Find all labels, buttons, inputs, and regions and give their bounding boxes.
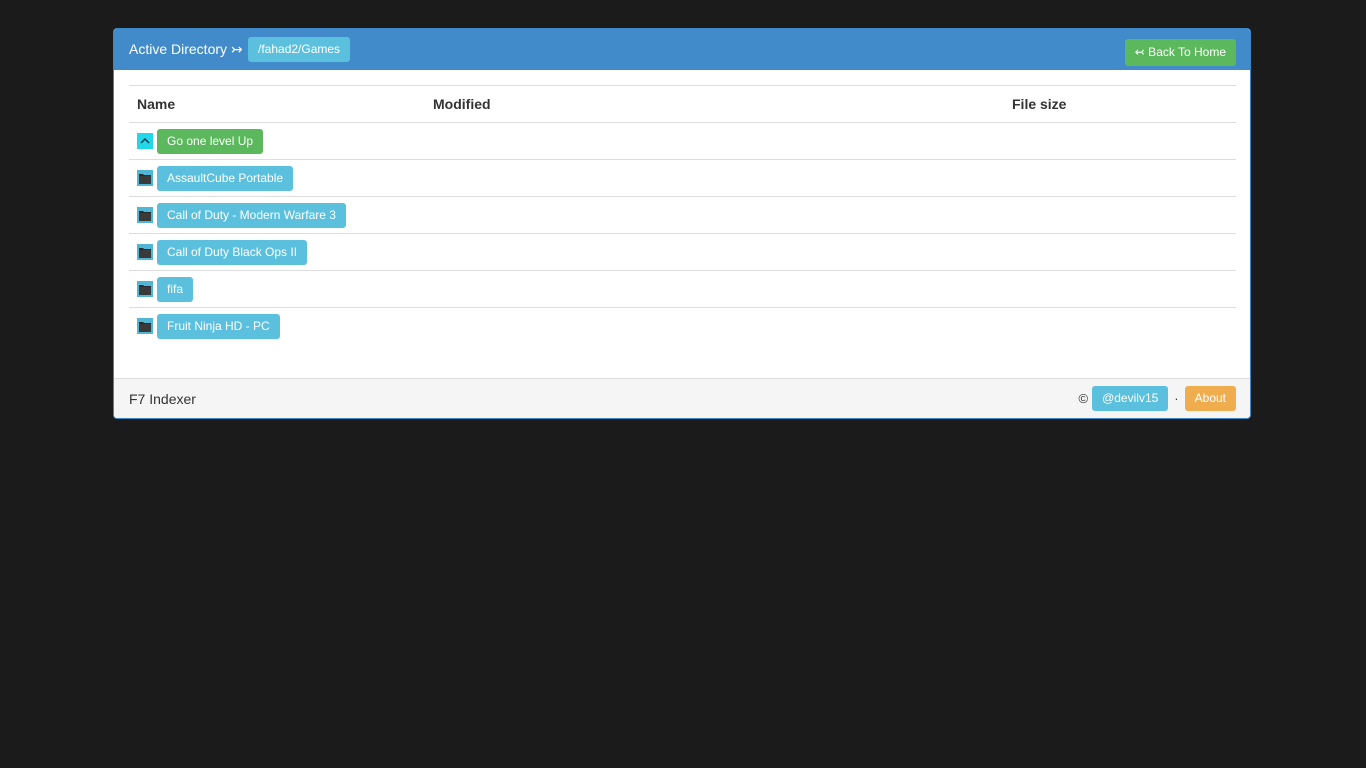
back-to-home-button[interactable]: ↢ Back To Home xyxy=(1124,39,1236,66)
table-row-up: Go one level Up xyxy=(129,122,1236,160)
panel-body: Name Modified File size Go one level Up … xyxy=(114,70,1250,379)
folder-link[interactable]: Fruit Ninja HD - PC xyxy=(157,313,280,339)
folder-icon xyxy=(137,170,153,186)
folder-icon xyxy=(137,244,153,260)
column-header-file-size: File size xyxy=(1004,85,1236,123)
file-table: Name Modified File size Go one level Up … xyxy=(129,85,1236,344)
table-row: AssaultCube Portable xyxy=(129,159,1236,197)
table-row: Call of Duty - Modern Warfare 3 xyxy=(129,196,1236,234)
table-header-row: Name Modified File size xyxy=(129,85,1236,123)
current-path-badge[interactable]: /fahad2/Games xyxy=(248,37,351,62)
folder-link[interactable]: fifa xyxy=(157,276,194,302)
panel-heading: Active Directory ↣ /fahad2/Games ↢ Back … xyxy=(114,29,1250,70)
about-button[interactable]: About xyxy=(1184,386,1236,411)
copyright-symbol: © xyxy=(1078,391,1089,406)
author-link[interactable]: @devilv15 xyxy=(1092,386,1169,411)
go-one-level-up-button[interactable]: Go one level Up xyxy=(157,128,264,154)
active-directory-label: Active Directory ↣ xyxy=(129,41,243,57)
separator-dot: · xyxy=(1174,391,1179,406)
column-header-modified: Modified xyxy=(425,85,1004,123)
folder-link[interactable]: Call of Duty Black Ops II xyxy=(157,239,308,265)
table-row: Fruit Ninja HD - PC xyxy=(129,308,1236,345)
folder-link[interactable]: Call of Duty - Modern Warfare 3 xyxy=(157,202,346,228)
table-row: Call of Duty Black Ops II xyxy=(129,233,1236,271)
folder-icon xyxy=(137,281,153,297)
folder-icon xyxy=(137,318,153,334)
app-name: F7 Indexer xyxy=(129,391,196,407)
footer-credits: © @devilv15 · About xyxy=(1078,386,1236,411)
folder-link[interactable]: AssaultCube Portable xyxy=(157,165,294,191)
folder-icon xyxy=(137,207,153,223)
indexer-panel: Active Directory ↣ /fahad2/Games ↢ Back … xyxy=(113,28,1251,419)
column-header-name: Name xyxy=(129,85,425,123)
panel-footer: F7 Indexer © @devilv15 · About xyxy=(114,378,1250,418)
arrow-up-icon xyxy=(137,133,153,149)
table-row: fifa xyxy=(129,270,1236,308)
